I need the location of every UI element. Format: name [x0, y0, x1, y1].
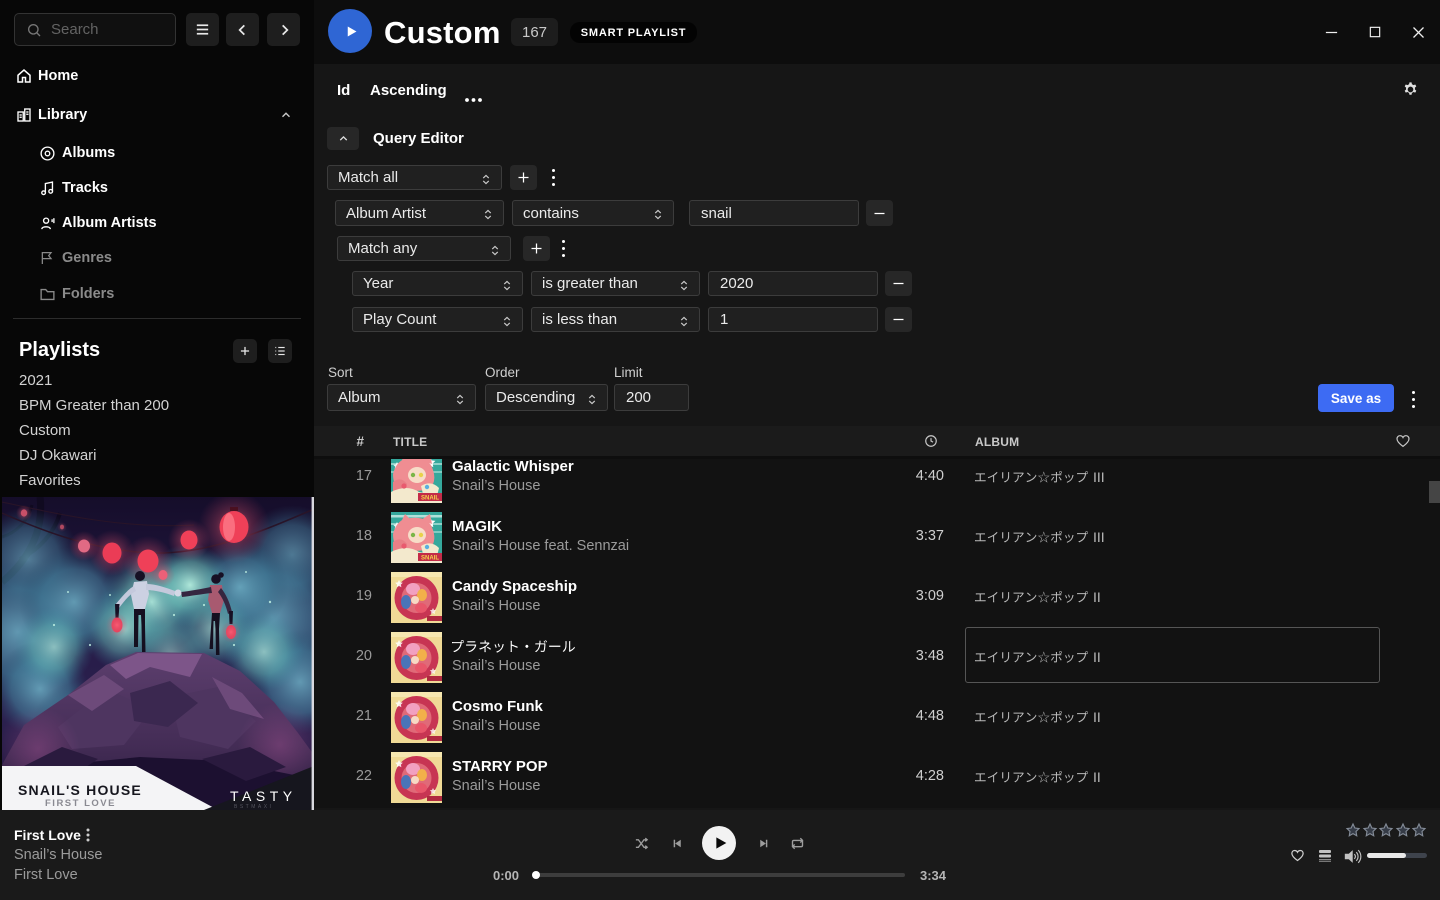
- svg-text:FIRST LOVE: FIRST LOVE: [45, 798, 116, 809]
- svg-text:SNAIL: SNAIL: [421, 555, 439, 561]
- svg-text:TASTY: TASTY: [230, 788, 297, 804]
- svg-text:SNAIL: SNAIL: [421, 495, 439, 501]
- svg-text:SNAIL'S HOUSE: SNAIL'S HOUSE: [18, 782, 142, 798]
